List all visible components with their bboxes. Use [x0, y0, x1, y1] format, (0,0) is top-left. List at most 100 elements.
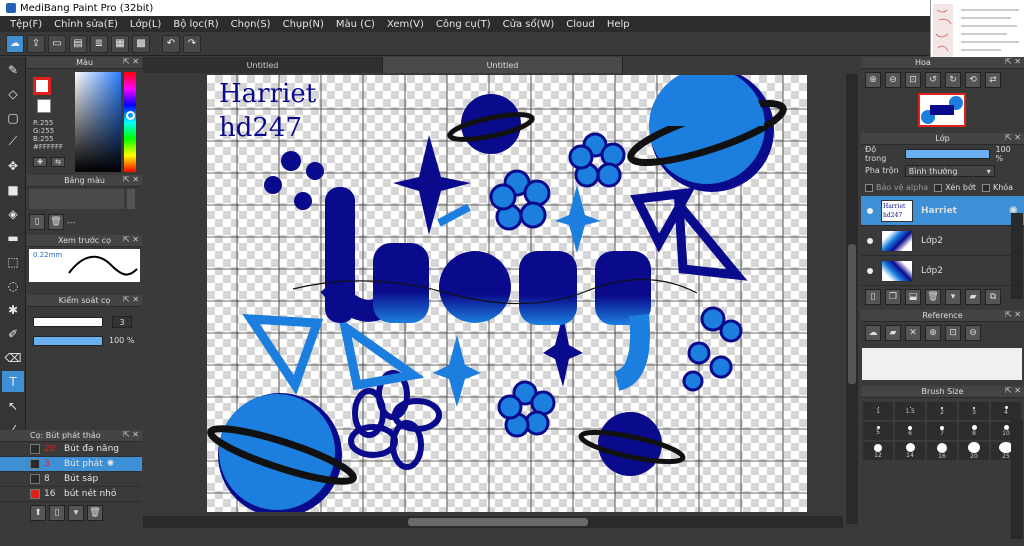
add-brush-icon[interactable]: ⬆	[30, 505, 46, 521]
menu-tools[interactable]: Công cụ(T)	[430, 19, 497, 30]
menu-layer[interactable]: Lớp(L)	[124, 19, 167, 30]
tab-untitled-1[interactable]: Untitled	[143, 57, 383, 73]
new-palette-icon[interactable]: ▯	[29, 214, 45, 230]
brush-size-option[interactable]: 12	[863, 442, 893, 460]
cloud-icon[interactable]: ☁	[6, 34, 24, 53]
panel-controls-icon[interactable]: ⇱ ✕	[1005, 310, 1021, 319]
copy-layer-icon[interactable]: ❐	[885, 289, 901, 305]
fit-icon[interactable]: ⊡	[905, 72, 921, 88]
brush-size-option[interactable]: 20	[959, 442, 989, 460]
delete-layer-icon[interactable]: 🗑	[925, 289, 941, 305]
panel-controls-icon[interactable]: ⇱ ✕	[123, 430, 139, 439]
clipping-checkbox[interactable]: Xén bớt	[934, 183, 976, 192]
brush-opacity-slider[interactable]	[33, 336, 103, 346]
rotate-right-icon[interactable]: ↻	[945, 72, 961, 88]
delete-brush-icon[interactable]: 🗑	[87, 505, 103, 521]
line-tool-icon[interactable]: ⟋	[2, 131, 24, 152]
close-reference-icon[interactable]: ✕	[905, 325, 921, 341]
zoom-out-icon[interactable]: ⊖	[885, 72, 901, 88]
menu-cloud[interactable]: Cloud	[560, 19, 601, 30]
select-eraser-icon[interactable]: ⌫	[2, 347, 24, 368]
vertical-scroll-thumb[interactable]	[848, 244, 856, 384]
horizontal-scroll-thumb[interactable]	[408, 518, 588, 526]
menu-window[interactable]: Cửa sổ(W)	[497, 19, 561, 30]
bucket-tool-icon[interactable]: ◈	[2, 203, 24, 224]
visibility-icon[interactable]	[867, 237, 873, 244]
add-color-icon[interactable]: ✚	[33, 157, 47, 167]
foreground-color-swatch[interactable]	[33, 77, 51, 95]
tab-untitled-2[interactable]: Untitled	[383, 57, 623, 73]
panel-controls-icon[interactable]: ⇱ ✕	[123, 235, 139, 244]
brush-size-option[interactable]: 2	[927, 402, 957, 420]
menu-select[interactable]: Chọn(S)	[225, 19, 277, 30]
panel-controls-icon[interactable]: ⇱ ✕	[123, 57, 139, 66]
lasso-tool-icon[interactable]: ◌	[2, 275, 24, 296]
layer-opacity-slider[interactable]	[904, 148, 990, 159]
panel-controls-icon[interactable]: ⇱ ✕	[1005, 386, 1021, 395]
gear-icon[interactable]: ✺	[107, 459, 115, 469]
brush-size-option[interactable]: 8	[959, 422, 989, 440]
visibility-icon[interactable]	[867, 207, 873, 214]
flip-icon[interactable]: ⇄	[985, 72, 1001, 88]
brush-menu-icon[interactable]: ▾	[68, 505, 84, 521]
brush-item[interactable]: 20 Bút đa năng	[0, 442, 142, 457]
eraser-tool-icon[interactable]: ◇	[2, 83, 24, 104]
duplicate-icon[interactable]: ⧉	[985, 289, 1001, 305]
zoom-out-icon[interactable]: ⊖	[965, 325, 981, 341]
hue-knob[interactable]	[126, 111, 135, 120]
redo-icon[interactable]: ↷	[183, 34, 201, 53]
share-icon[interactable]: ⇪	[27, 34, 45, 53]
page-list-icon[interactable]: ≣	[90, 34, 108, 53]
brush-size-option[interactable]: 1	[863, 402, 893, 420]
zoom-in-icon[interactable]: ⊕	[865, 72, 881, 88]
brush-size-option[interactable]: 14	[895, 442, 925, 460]
brush-size-option[interactable]: 16	[927, 442, 957, 460]
blend-mode-select[interactable]: Bình thường ▾	[904, 164, 995, 177]
delete-palette-icon[interactable]: 🗑	[48, 214, 64, 230]
new-brush-icon[interactable]: ▯	[49, 505, 65, 521]
panel-controls-icon[interactable]: ⇱ ✕	[1005, 57, 1021, 66]
visibility-icon[interactable]	[867, 267, 873, 274]
canvas-vertical-scrollbar[interactable]	[846, 74, 858, 524]
select-pen-icon[interactable]: ✐	[2, 323, 24, 344]
menu-edit[interactable]: Chỉnh sửa(E)	[48, 19, 124, 30]
menu-color[interactable]: Màu (C)	[330, 19, 381, 30]
gradient-tool-icon[interactable]: ▬	[2, 227, 24, 248]
fill-shape-icon[interactable]: ■	[2, 179, 24, 200]
background-color-swatch[interactable]	[37, 99, 51, 113]
grid-view-icon[interactable]: ▦	[111, 34, 129, 53]
brush-size-option[interactable]: 3	[959, 402, 989, 420]
menu-file[interactable]: Tệp(F)	[4, 19, 48, 30]
cloud-upload-icon[interactable]: ☁	[865, 325, 881, 341]
reset-view-icon[interactable]: ⟲	[965, 72, 981, 88]
hue-slider[interactable]	[124, 72, 136, 172]
layer-row[interactable]: Lớp2	[861, 226, 1024, 256]
tiles-icon[interactable]: ▩	[132, 34, 150, 53]
folder-icon[interactable]: ▰	[965, 289, 981, 305]
layer-list-scrollbar[interactable]	[1011, 213, 1023, 299]
layer-menu-icon[interactable]: ▾	[945, 289, 961, 305]
fit-icon[interactable]: ⊡	[945, 325, 961, 341]
document-icon[interactable]: ▤	[69, 34, 87, 53]
menu-filter[interactable]: Bộ lọc(R)	[167, 19, 224, 30]
comment-icon[interactable]: ▭	[48, 34, 66, 53]
brush-size-scrollbar[interactable]	[1011, 419, 1023, 539]
saturation-value-picker[interactable]	[75, 72, 121, 172]
magic-wand-icon[interactable]: ✱	[2, 299, 24, 320]
brush-size-option[interactable]: 5	[863, 422, 893, 440]
menu-help[interactable]: Help	[601, 19, 636, 30]
protect-alpha-checkbox[interactable]: Bảo vệ alpha	[865, 183, 928, 192]
move-tool-icon[interactable]: ✥	[2, 155, 24, 176]
brush-item[interactable]: 8 Bút sáp	[0, 472, 142, 487]
brush-tool-icon[interactable]: ✎	[2, 59, 24, 80]
brush-size-option[interactable]: 4	[991, 402, 1021, 420]
layer-row-harriet[interactable]: Harriet hd247 Harriet ✺	[861, 196, 1024, 226]
layer-row[interactable]: Lớp2	[861, 256, 1024, 286]
panel-controls-icon[interactable]: ⇱ ✕	[1005, 133, 1021, 142]
brush-item[interactable]: 16 bút nét nhỏ	[0, 487, 142, 502]
rotate-left-icon[interactable]: ↺	[925, 72, 941, 88]
select-rect-icon[interactable]: ⬚	[2, 251, 24, 272]
zoom-in-icon[interactable]: ⊕	[925, 325, 941, 341]
drawing-canvas[interactable]: Harriet hd247	[207, 75, 807, 512]
menu-view[interactable]: Xem(V)	[381, 19, 430, 30]
